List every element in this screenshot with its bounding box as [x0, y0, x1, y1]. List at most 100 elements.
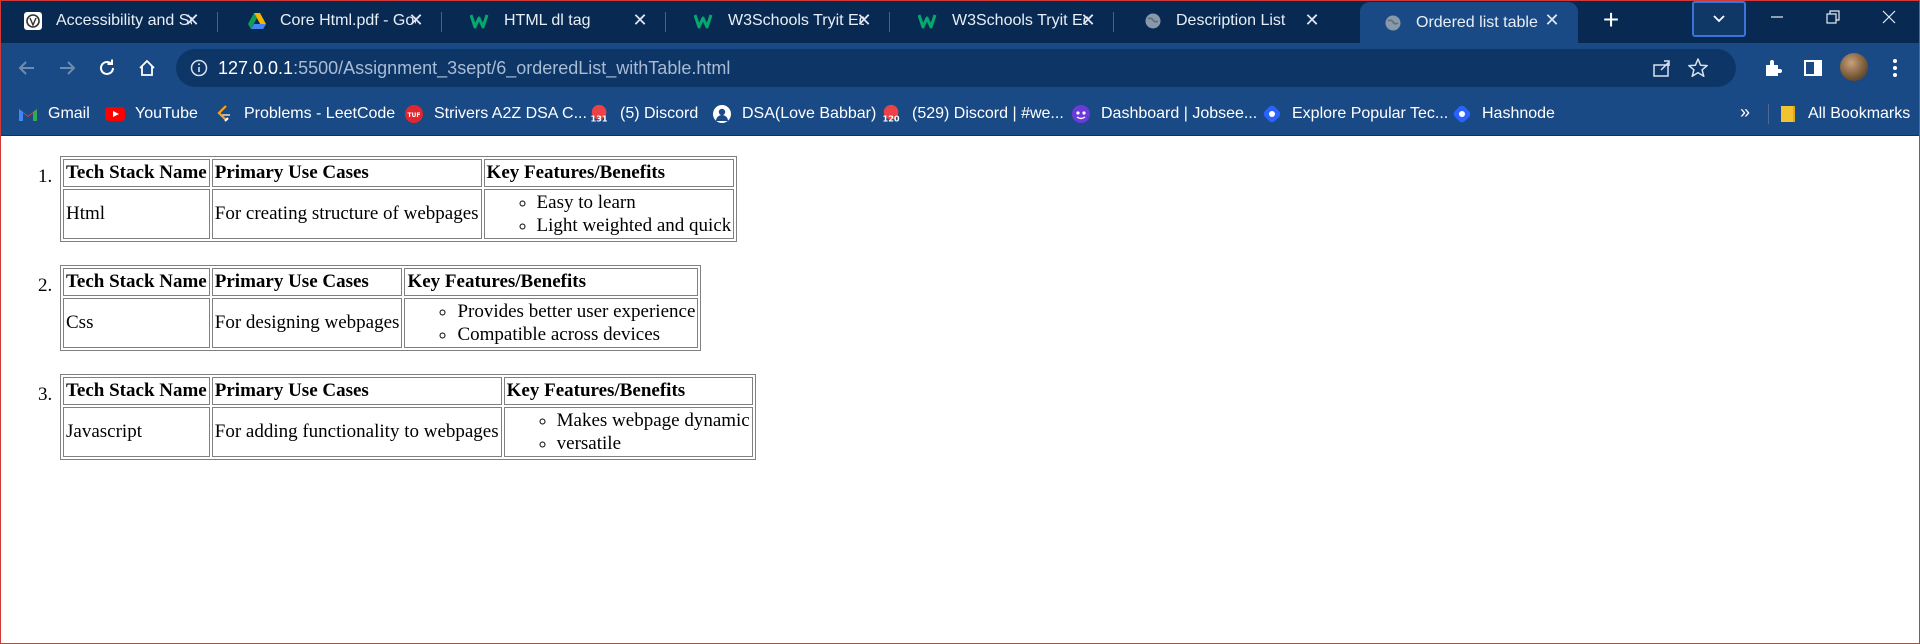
bookmark-hashnode[interactable]: Hashnode [1452, 102, 1555, 126]
bookmark-strivers[interactable]: TUF Strivers A2Z DSA C... [404, 102, 587, 126]
url-text[interactable]: 127.0.0.1:5500/Assignment_3sept/6_ordere… [218, 58, 730, 79]
feature-item: versatile [557, 432, 750, 455]
url-path: :5500/Assignment_3sept/6_orderedList_wit… [293, 58, 731, 78]
tab-title: W3Schools Tryit Edito [728, 12, 864, 29]
profile-avatar[interactable] [1840, 53, 1868, 81]
tab-divider [1113, 12, 1114, 32]
tab-w3schools-tryit-2[interactable]: W3Schools Tryit Edito ✕ [896, 2, 1114, 40]
cell-use: For designing webpages [211, 298, 403, 348]
table-header-row: Tech Stack Name Primary Use Cases Key Fe… [63, 268, 699, 296]
svg-text:TUF: TUF [407, 112, 420, 119]
close-icon[interactable]: ✕ [1542, 10, 1562, 31]
bookmark-dsa-babbar[interactable]: DSA(Love Babbar) [712, 102, 876, 126]
bookmark-discord-2[interactable]: 120 (529) Discord | #we... [882, 102, 1064, 126]
globe-icon [1142, 10, 1164, 32]
hashnode-icon [1452, 104, 1472, 124]
home-icon [139, 59, 155, 76]
list-item: 1. Tech Stack Name Primary Use Cases Key… [38, 156, 738, 242]
close-icon[interactable]: ✕ [406, 10, 426, 31]
new-tab-button[interactable]: + [1596, 5, 1626, 35]
close-icon[interactable]: ✕ [1078, 10, 1098, 31]
arrow-left-icon [18, 61, 34, 75]
minimize-button[interactable] [1762, 6, 1792, 32]
close-icon[interactable]: ✕ [630, 10, 650, 31]
tab-title: W3Schools Tryit Edito [952, 12, 1088, 29]
tab-ordered-list-table[interactable]: Ordered list table ✕ [1360, 2, 1578, 43]
table-row: Html For creating structure of webpages … [63, 189, 735, 239]
reload-button[interactable] [94, 55, 120, 81]
column-header-features: Key Features/Benefits [503, 377, 753, 405]
bookmark-label: YouTube [135, 105, 198, 122]
bookmark-youtube[interactable]: YouTube [105, 102, 198, 126]
home-button[interactable] [134, 55, 160, 81]
tech-table: Tech Stack Name Primary Use Cases Key Fe… [60, 265, 702, 351]
more-bookmarks-button[interactable]: » [1740, 102, 1750, 123]
feature-item: Light weighted and quick [537, 214, 732, 237]
w3schools-icon [694, 10, 716, 32]
tab-w3schools-tryit-1[interactable]: W3Schools Tryit Edito ✕ [672, 2, 890, 40]
hashnode-icon [1262, 104, 1282, 124]
tab-search-button[interactable] [1692, 1, 1746, 37]
tab-title: Core Html.pdf - Goog [280, 12, 416, 29]
close-icon[interactable]: ✕ [854, 10, 874, 31]
share-icon[interactable] [1652, 58, 1672, 83]
back-button[interactable] [14, 55, 40, 81]
tab-divider [889, 12, 890, 32]
info-icon[interactable] [190, 59, 208, 82]
arrow-right-icon [60, 61, 76, 75]
bookmark-label: Problems - LeetCode [244, 105, 396, 122]
bookmark-gmail[interactable]: Gmail [18, 102, 90, 126]
discord-icon: 131 [590, 104, 610, 124]
bookmark-label: Explore Popular Tec... [1292, 105, 1449, 122]
tab-accessibility[interactable]: Accessibility and Sem ✕ [0, 2, 218, 40]
feature-item: Compatible across devices [457, 323, 695, 346]
forward-button[interactable] [54, 55, 80, 81]
all-bookmarks-label: All Bookmarks [1808, 105, 1911, 122]
bookmarks-divider [1768, 104, 1769, 124]
extensions-icon[interactable] [1760, 55, 1786, 81]
more-menu-icon[interactable] [1882, 55, 1908, 81]
bookmark-label: Dashboard | Jobsee... [1101, 105, 1258, 122]
column-header-use: Primary Use Cases [211, 377, 502, 405]
minimize-icon [1771, 16, 1783, 18]
table-header-row: Tech Stack Name Primary Use Cases Key Fe… [63, 377, 753, 405]
bookmark-discord-1[interactable]: 131 (5) Discord [590, 102, 698, 126]
tab-core-html-pdf[interactable]: Core Html.pdf - Goog ✕ [224, 2, 442, 40]
tab-description-list[interactable]: Description List ✕ [1120, 2, 1338, 40]
all-bookmarks-button[interactable]: All Bookmarks [1778, 102, 1910, 126]
column-header-features: Key Features/Benefits [404, 268, 699, 296]
cell-name: Html [63, 189, 210, 239]
restore-button[interactable] [1818, 6, 1848, 32]
bookmark-leetcode[interactable]: Problems - LeetCode [214, 102, 395, 126]
bookmark-star-icon[interactable] [1687, 57, 1709, 84]
cell-features: Provides better user experience Compatib… [404, 298, 699, 348]
bookmark-explore[interactable]: Explore Popular Tec... [1262, 102, 1448, 126]
leetcode-icon [214, 104, 234, 124]
bookmark-jobsee[interactable]: Dashboard | Jobsee... [1071, 102, 1257, 126]
bookmarks-bar: Gmail YouTube Problems - LeetCode TUF St… [0, 92, 1920, 136]
bookmark-label: Hashnode [1482, 105, 1555, 122]
cell-name: Css [63, 298, 210, 348]
side-panel-icon[interactable] [1800, 55, 1826, 81]
close-icon[interactable]: ✕ [1302, 10, 1322, 31]
w3schools-icon [470, 10, 492, 32]
browser-toolbar: 127.0.0.1:5500/Assignment_3sept/6_ordere… [0, 43, 1920, 92]
tab-divider [217, 12, 218, 32]
address-bar[interactable]: 127.0.0.1:5500/Assignment_3sept/6_ordere… [176, 49, 1736, 87]
tab-title: HTML dl tag [504, 12, 591, 29]
tab-divider [441, 12, 442, 32]
feature-item: Easy to learn [537, 191, 732, 214]
youtube-icon [105, 104, 125, 124]
window-close-button[interactable] [1874, 6, 1904, 32]
table-row: Css For designing webpages Provides bett… [63, 298, 699, 348]
list-marker: 3. [38, 384, 53, 405]
tab-html-dl-tag[interactable]: HTML dl tag ✕ [448, 2, 666, 40]
features-list: Provides better user experience Compatib… [407, 300, 695, 346]
bookmark-label: Gmail [48, 105, 90, 122]
globe-icon [1382, 12, 1404, 34]
babbar-icon [712, 104, 732, 124]
close-icon[interactable]: ✕ [182, 10, 202, 31]
url-host: 127.0.0.1 [218, 58, 294, 78]
tab-title: Description List [1176, 12, 1286, 29]
table-header-row: Tech Stack Name Primary Use Cases Key Fe… [63, 159, 735, 187]
